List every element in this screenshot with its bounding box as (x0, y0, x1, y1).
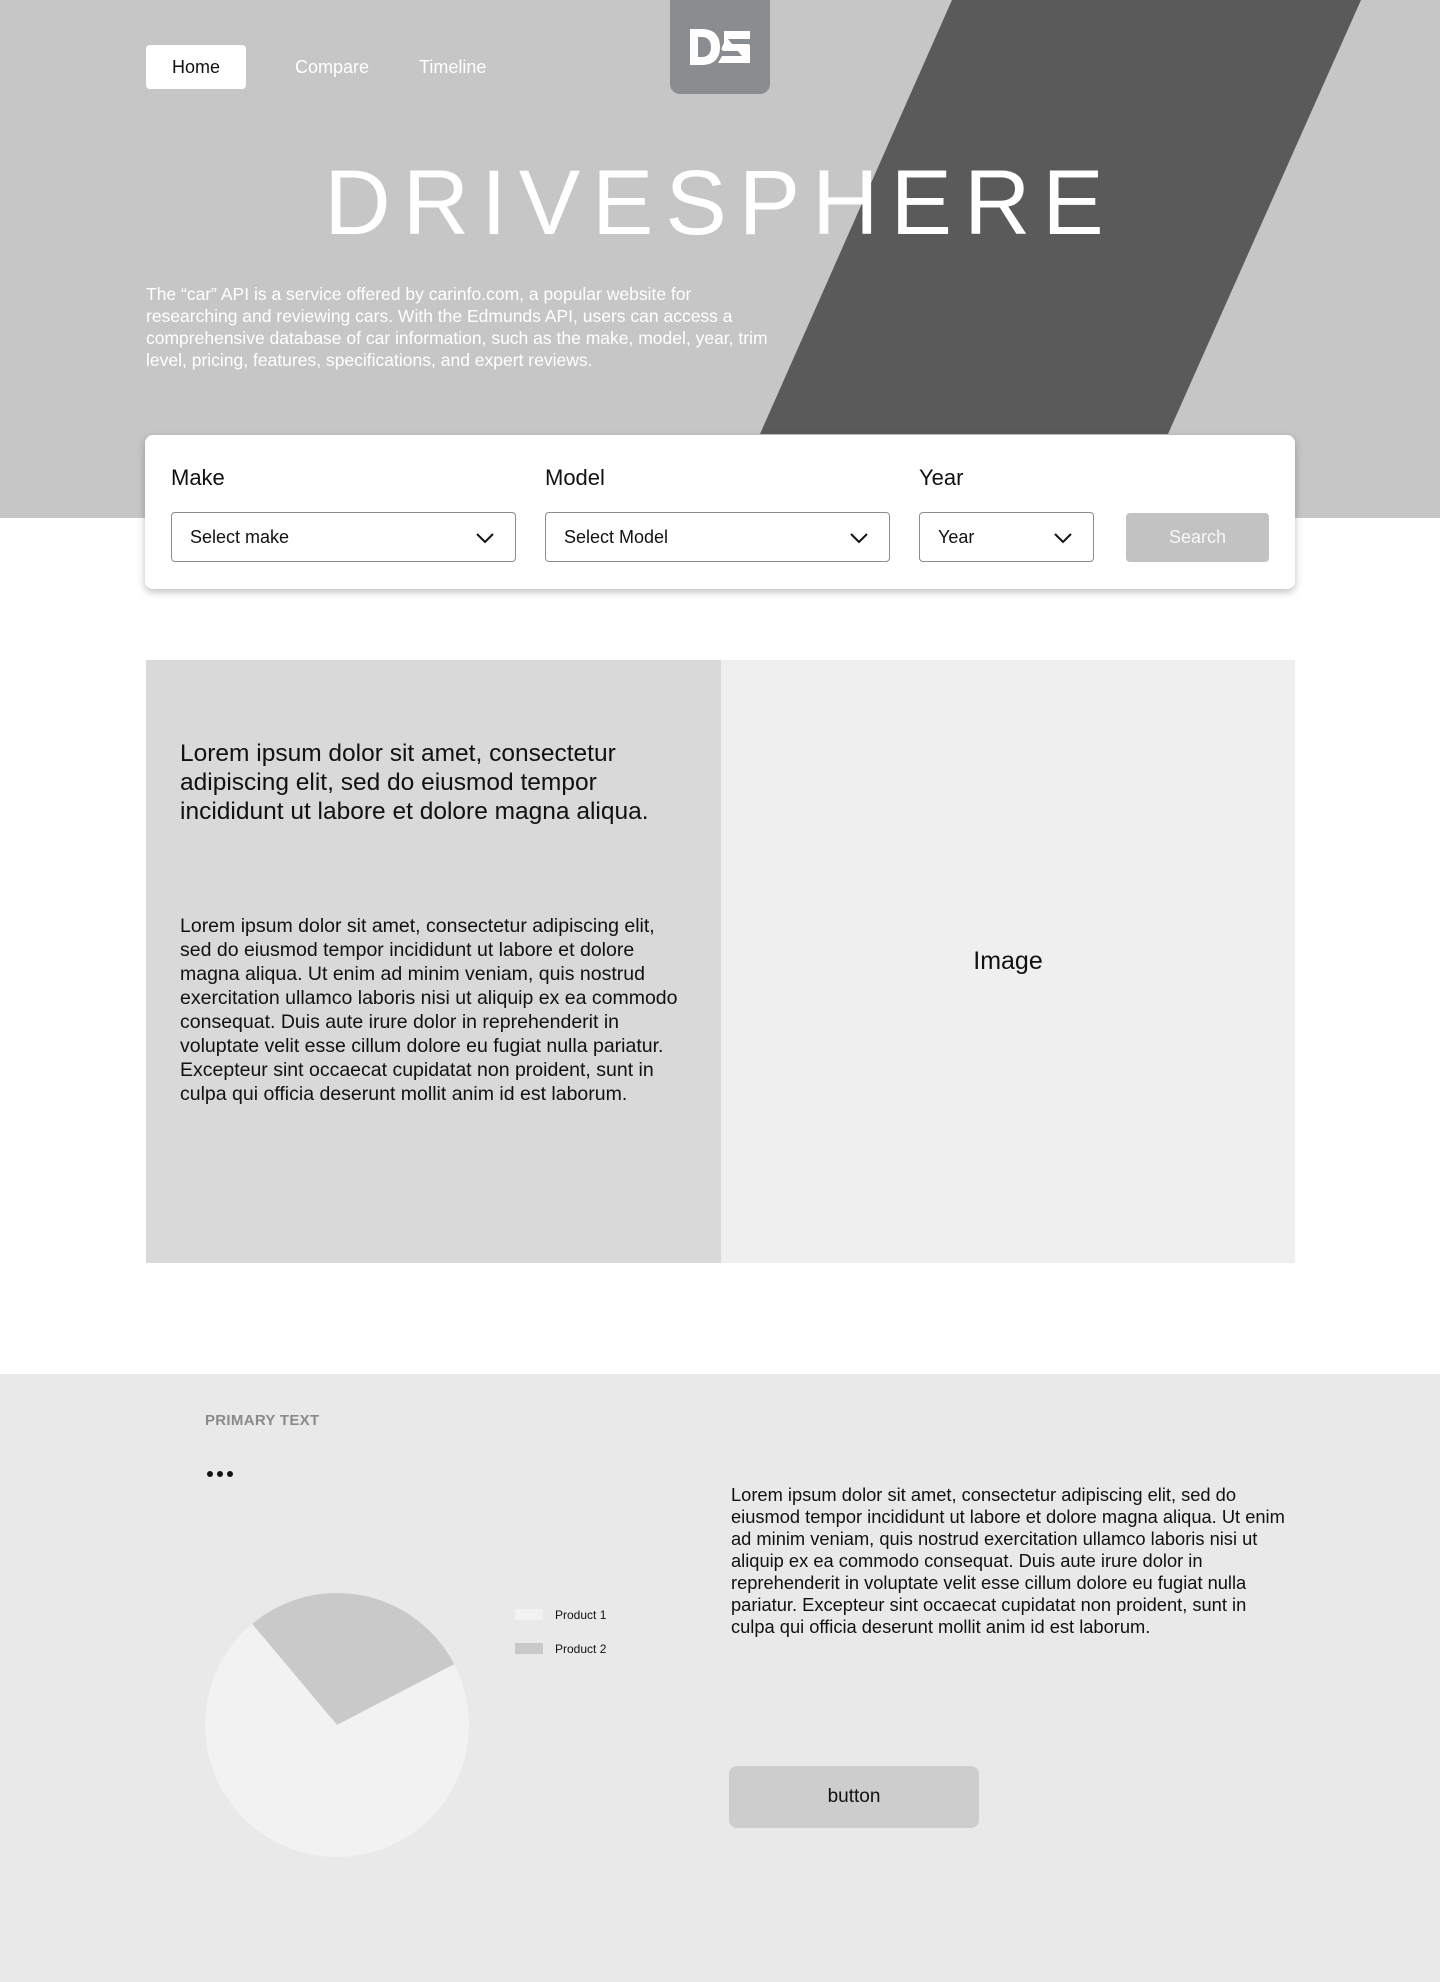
legend-label: Product 1 (555, 1607, 607, 1622)
content-image-placeholder: Image (721, 660, 1295, 1263)
make-label: Make (171, 465, 225, 490)
search-button[interactable]: Search (1126, 513, 1269, 562)
brand-title: DRIVESPHERE (0, 148, 1440, 258)
nav-compare[interactable]: Compare (295, 45, 369, 89)
legend-item: Product 2 (515, 1640, 606, 1657)
legend-swatch-product-2 (515, 1643, 543, 1654)
generic-button[interactable]: button (729, 1766, 979, 1828)
main-nav: Home Compare Timeline (146, 45, 486, 89)
year-label: Year (919, 465, 964, 490)
image-label: Image (973, 947, 1043, 975)
legend-swatch-product-1 (515, 1609, 543, 1620)
make-select[interactable]: Select make (171, 512, 516, 562)
year-select-value: Year (938, 526, 975, 547)
model-select[interactable]: Select Model (545, 512, 890, 562)
more-dots-icon[interactable] (206, 1470, 236, 1478)
nav-home[interactable]: Home (146, 45, 246, 89)
bottom-paragraph: Lorem ipsum dolor sit amet, consectetur … (731, 1484, 1285, 1637)
hero-description: The “car” API is a service offered by ca… (146, 284, 768, 370)
brand-title-text: DRIVESPHERE (324, 152, 1116, 254)
bottom-section: PRIMARY TEXT Product 1 Product 2 Lorem i… (0, 1374, 1440, 1982)
legend-item: Product 1 (515, 1606, 606, 1623)
content-heading: Lorem ipsum dolor sit amet, consectetur … (180, 740, 649, 825)
primary-text: PRIMARY TEXT (205, 1412, 320, 1429)
search-card: Make Select make Model Select Model Year… (145, 435, 1295, 589)
legend-label: Product 2 (555, 1641, 607, 1656)
chevron-down-icon (476, 533, 494, 544)
model-label: Model (545, 465, 605, 490)
content-body: Lorem ipsum dolor sit amet, consectetur … (180, 915, 678, 1105)
ds-logo-icon (690, 29, 750, 65)
chart-legend: Product 1 Product 2 (515, 1606, 606, 1674)
nav-timeline[interactable]: Timeline (419, 45, 486, 89)
chevron-down-icon (850, 533, 868, 544)
content-text-panel: Lorem ipsum dolor sit amet, consectetur … (146, 660, 721, 1263)
pie-chart (205, 1593, 470, 1857)
model-select-value: Select Model (564, 526, 669, 547)
logo[interactable] (670, 0, 770, 94)
chevron-down-icon (1054, 533, 1072, 544)
year-select[interactable]: Year (919, 512, 1094, 562)
make-select-value: Select make (190, 526, 290, 547)
